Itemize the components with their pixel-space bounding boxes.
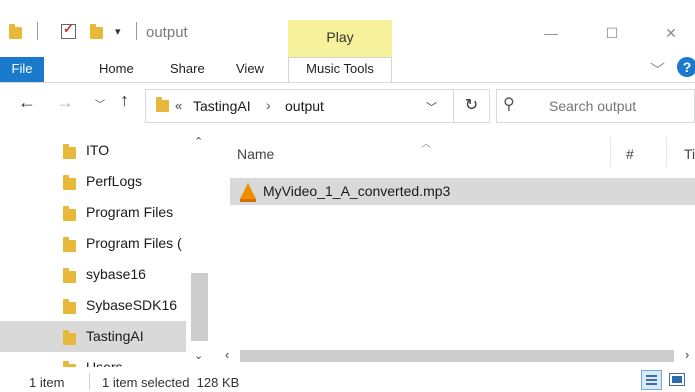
tab-share[interactable]: Share (170, 61, 205, 76)
search-input[interactable] (549, 98, 689, 114)
help-icon[interactable]: ? (677, 57, 695, 77)
nav-item-label: ITO (86, 142, 110, 158)
scroll-thumb[interactable] (191, 273, 208, 341)
nav-item-tastingai[interactable]: TastingAI (0, 321, 186, 352)
sort-indicator-icon: ︿ (421, 139, 431, 150)
status-divider (89, 373, 90, 390)
nav-item-label: SybaseSDK16 (86, 297, 178, 313)
folder-icon (63, 237, 76, 252)
nav-item-label: Users (86, 359, 123, 367)
address-bar[interactable]: « TastingAI › output ﹀ (145, 89, 490, 123)
column-divider[interactable] (610, 137, 611, 167)
nav-item-label: sybase16 (86, 266, 146, 282)
chevron-down-icon[interactable]: ﹀ (650, 59, 665, 80)
tab-view[interactable]: View (236, 61, 264, 76)
divider (37, 22, 38, 40)
divider (136, 22, 137, 40)
tab-home[interactable]: Home (99, 61, 134, 76)
context-tab-play: Play (288, 20, 392, 58)
column-header-name[interactable]: Name (237, 146, 274, 162)
search-box[interactable]: ⚲ (496, 89, 695, 123)
folder-icon (9, 23, 22, 39)
tab-music-tools[interactable]: Music Tools (288, 57, 392, 82)
ribbon-divider (0, 82, 695, 83)
nav-item-sybasesdk16[interactable]: SybaseSDK16 (0, 290, 186, 321)
breadcrumb-overflow[interactable]: « (175, 98, 182, 113)
file-row[interactable]: MyVideo_1_A_converted.mp3 (230, 178, 695, 205)
close-button[interactable]: ✕ (648, 20, 694, 46)
nav-item-program-files-x86[interactable]: Program Files ( (0, 228, 186, 259)
minimize-button[interactable]: — (528, 20, 574, 46)
window-title: output (146, 24, 188, 41)
scroll-left-icon[interactable]: ‹ (225, 347, 229, 362)
forward-button[interactable]: → (56, 92, 74, 113)
breadcrumb-separator[interactable]: › (266, 97, 271, 113)
scroll-down-icon[interactable]: ⌄ (194, 349, 203, 362)
refresh-button[interactable]: ↻ (453, 89, 490, 123)
recent-locations-button[interactable]: ﹀ (95, 96, 105, 111)
vlc-cone-icon (240, 183, 256, 202)
breadcrumb-output[interactable]: output (285, 98, 324, 114)
nav-item-sybase16[interactable]: sybase16 (0, 259, 186, 290)
scroll-thumb[interactable] (240, 350, 674, 362)
column-header-number[interactable]: # (626, 146, 634, 162)
maximize-button[interactable]: ☐ (589, 20, 635, 46)
status-item-count: 1 item (29, 375, 65, 390)
nav-item-perflogs[interactable]: PerfLogs (0, 166, 186, 197)
scroll-up-icon[interactable]: ⌃ (194, 135, 203, 148)
folder-icon (63, 268, 76, 283)
nav-item-label: Program Files ( (86, 235, 182, 251)
folder-icon (63, 144, 76, 159)
details-view-icon[interactable] (641, 370, 662, 390)
folder-icon (63, 299, 76, 314)
search-icon: ⚲ (503, 96, 515, 113)
folder-icon (63, 361, 76, 367)
status-selection: 1 item selected 128 KB (102, 375, 240, 390)
address-dropdown[interactable]: ﹀ (426, 99, 437, 115)
file-name: MyVideo_1_A_converted.mp3 (263, 183, 451, 199)
column-header-title[interactable]: Ti (684, 146, 695, 162)
scroll-right-icon[interactable]: › (685, 347, 689, 362)
back-button[interactable]: ← (18, 92, 36, 113)
folder-icon (156, 97, 169, 114)
context-tab-label: Play (326, 29, 354, 45)
new-folder-icon[interactable] (90, 23, 103, 39)
breadcrumb-tastingai[interactable]: TastingAI (193, 98, 251, 114)
folder-icon (63, 330, 76, 345)
horizontal-scrollbar[interactable]: ‹ › (221, 346, 695, 366)
nav-item-ito[interactable]: ITO (0, 135, 186, 166)
nav-scrollbar[interactable]: ⌃ ⌄ (186, 135, 213, 367)
quick-access-dropdown[interactable]: ▾ (115, 25, 121, 38)
tab-file[interactable]: File (0, 57, 44, 83)
nav-item-program-files[interactable]: Program Files (0, 197, 186, 228)
folder-icon (63, 206, 76, 221)
nav-item-label: TastingAI (86, 328, 144, 344)
nav-item-users[interactable]: Users (0, 352, 186, 367)
properties-check-icon[interactable]: ✓ (61, 21, 76, 39)
column-divider[interactable] (666, 137, 667, 167)
up-button[interactable]: ↑ (120, 90, 129, 111)
navigation-pane: ITO PerfLogs Program Files Program Files… (0, 135, 213, 367)
large-icons-view-icon[interactable] (669, 373, 685, 386)
folder-icon (63, 175, 76, 190)
nav-item-label: PerfLogs (86, 173, 143, 189)
nav-item-label: Program Files (86, 204, 174, 220)
